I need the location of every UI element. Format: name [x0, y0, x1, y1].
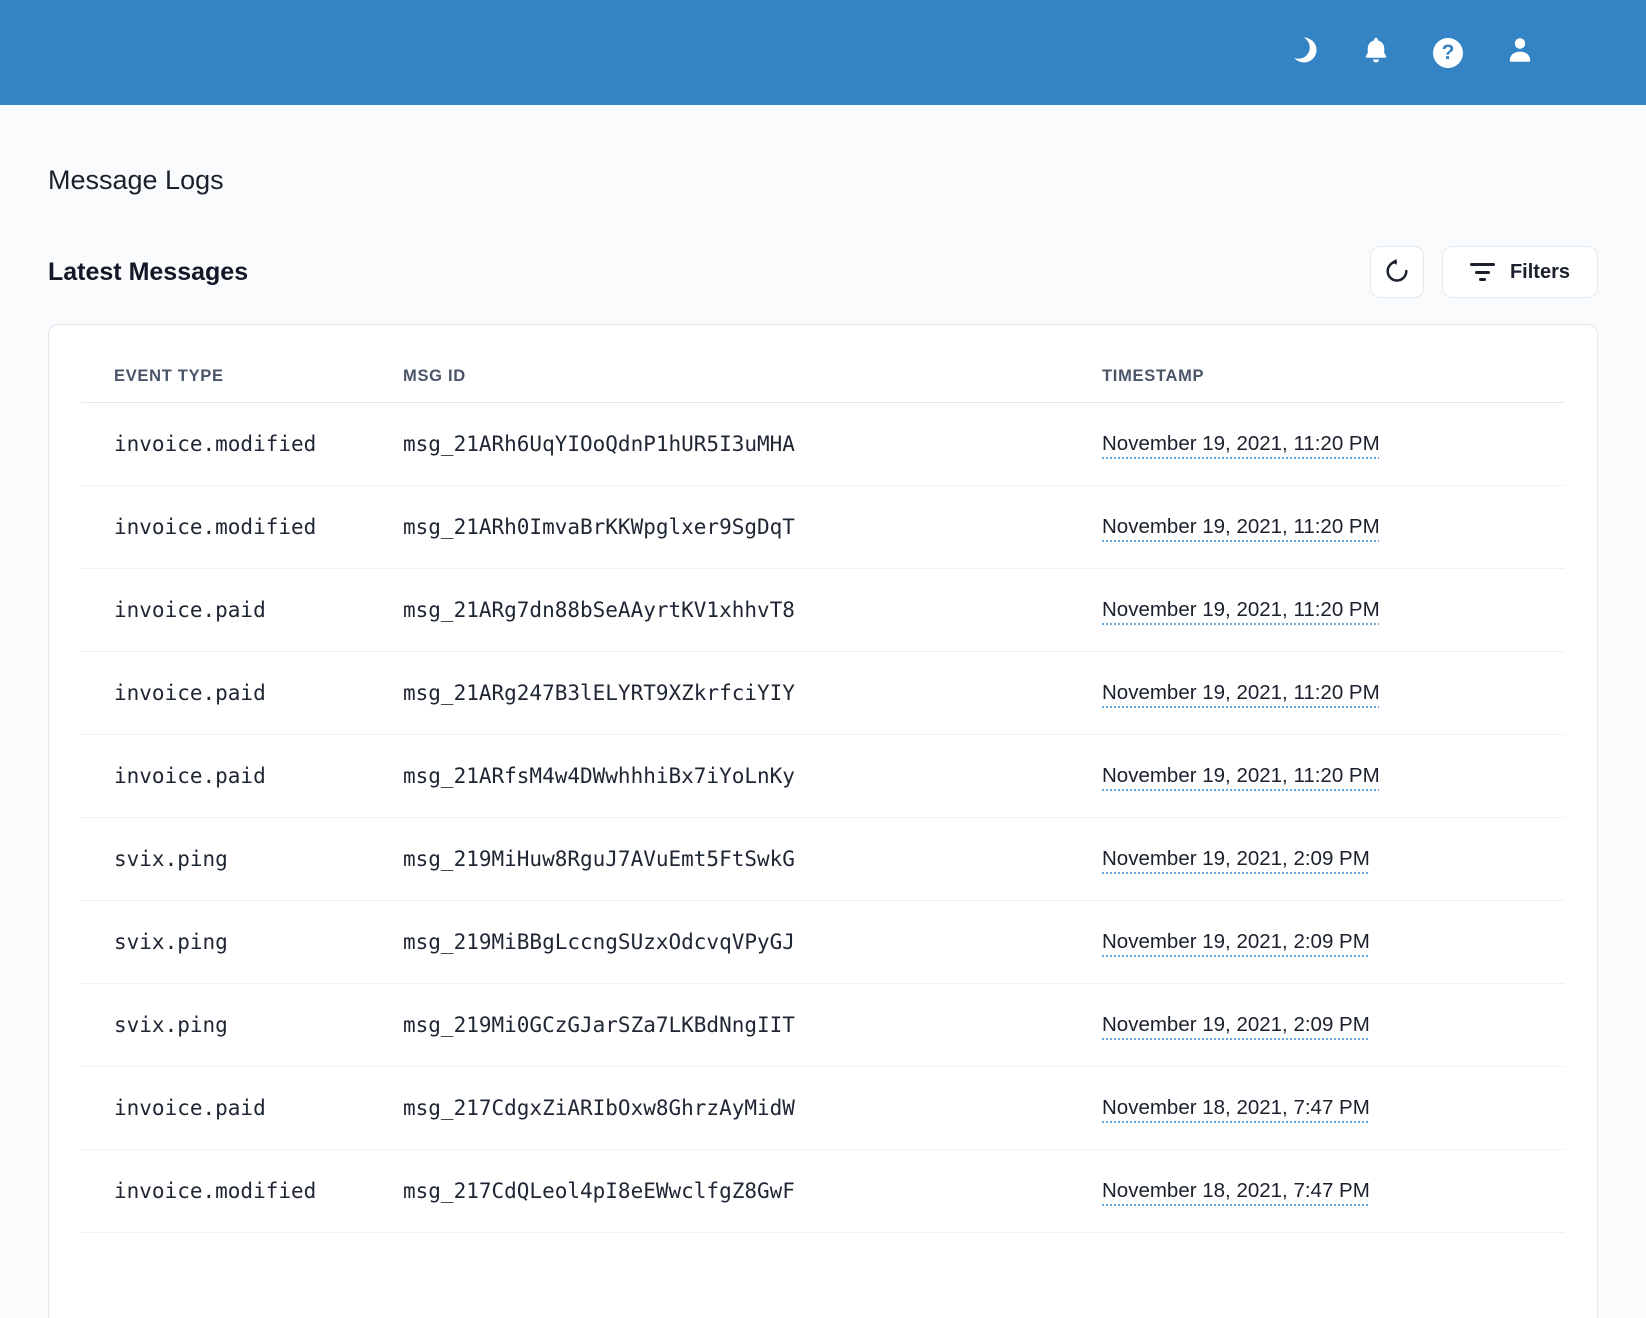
msg-id-cell: msg_21ARh6UqYIOoQdnP1hUR5I3uMHA	[403, 403, 1102, 486]
event-type-cell: invoice.modified	[81, 486, 403, 569]
timestamp-cell: November 18, 2021, 7:47 PM	[1102, 1150, 1565, 1233]
msg-id-cell: msg_217CdgxZiARIbOxw8GhrzAyMidW	[403, 1067, 1102, 1150]
table-row[interactable]: svix.ping msg_219MiBBgLccngSUzxOdcvqVPyG…	[81, 901, 1565, 984]
timestamp-cell: November 19, 2021, 11:20 PM	[1102, 569, 1565, 652]
dark-mode-toggle[interactable]	[1288, 37, 1320, 69]
timestamp-link[interactable]: November 19, 2021, 11:20 PM	[1102, 515, 1380, 538]
msg-id-cell: msg_21ARg247B3lELYRT9XZkrfciYIY	[403, 652, 1102, 735]
msg-id-cell: msg_21ARfsM4w4DWwhhhiBx7iYoLnKy	[403, 735, 1102, 818]
timestamp-link[interactable]: November 18, 2021, 7:47 PM	[1102, 1179, 1370, 1202]
help-button[interactable]: ?	[1432, 37, 1464, 69]
event-type-cell: invoice.paid	[81, 1067, 403, 1150]
main-content: Message Logs Latest Messages Filters	[0, 165, 1646, 1318]
msg-id-cell: msg_21ARh0ImvaBrKKWpglxer9SgDqT	[403, 486, 1102, 569]
msg-id-cell: msg_217CdQLeol4pI8eEWwclfgZ8GwF	[403, 1150, 1102, 1233]
timestamp-cell: November 19, 2021, 11:20 PM	[1102, 652, 1565, 735]
timestamp-cell: November 19, 2021, 11:20 PM	[1102, 735, 1565, 818]
timestamp-cell: November 19, 2021, 11:20 PM	[1102, 403, 1565, 486]
timestamp-link[interactable]: November 19, 2021, 2:09 PM	[1102, 1013, 1370, 1036]
column-header-msg-id: MSG ID	[403, 325, 1102, 403]
timestamp-cell: November 19, 2021, 2:09 PM	[1102, 818, 1565, 901]
bell-icon	[1361, 35, 1391, 70]
table-row[interactable]: invoice.paid msg_21ARg7dn88bSeAAyrtKV1xh…	[81, 569, 1565, 652]
table-header-row: EVENT TYPE MSG ID TIMESTAMP	[81, 325, 1565, 403]
toolbar: Filters	[1370, 246, 1598, 298]
event-type-cell: invoice.paid	[81, 735, 403, 818]
table-row[interactable]: invoice.paid msg_21ARg247B3lELYRT9XZkrfc…	[81, 652, 1565, 735]
timestamp-link[interactable]: November 19, 2021, 2:09 PM	[1102, 847, 1370, 870]
notifications-button[interactable]	[1360, 37, 1392, 69]
msg-id-cell: msg_219Mi0GCzGJarSZa7LKBdNngIIT	[403, 984, 1102, 1067]
msg-id-cell: msg_219MiBBgLccngSUzxOdcvqVPyGJ	[403, 901, 1102, 984]
event-type-cell: svix.ping	[81, 818, 403, 901]
timestamp-cell: November 19, 2021, 2:09 PM	[1102, 901, 1565, 984]
table-row[interactable]: invoice.paid msg_217CdgxZiARIbOxw8GhrzAy…	[81, 1067, 1565, 1150]
timestamp-link[interactable]: November 19, 2021, 11:20 PM	[1102, 598, 1380, 621]
table-row[interactable]: invoice.modified msg_21ARh6UqYIOoQdnP1hU…	[81, 403, 1565, 486]
event-type-cell: invoice.modified	[81, 403, 403, 486]
page-title: Message Logs	[48, 165, 1598, 196]
timestamp-link[interactable]: November 19, 2021, 11:20 PM	[1102, 432, 1380, 455]
column-header-event-type: EVENT TYPE	[81, 325, 403, 403]
timestamp-cell: November 18, 2021, 7:47 PM	[1102, 1067, 1565, 1150]
messages-table: EVENT TYPE MSG ID TIMESTAMP invoice.modi…	[81, 325, 1565, 1233]
refresh-icon	[1384, 258, 1410, 287]
table-row[interactable]: invoice.modified msg_217CdQLeol4pI8eEWwc…	[81, 1150, 1565, 1233]
timestamp-cell: November 19, 2021, 2:09 PM	[1102, 984, 1565, 1067]
timestamp-link[interactable]: November 19, 2021, 11:20 PM	[1102, 764, 1380, 787]
user-icon	[1505, 35, 1535, 70]
event-type-cell: invoice.paid	[81, 652, 403, 735]
event-type-cell: svix.ping	[81, 984, 403, 1067]
table-row[interactable]: svix.ping msg_219MiHuw8RguJ7AVuEmt5FtSwk…	[81, 818, 1565, 901]
account-button[interactable]	[1504, 37, 1536, 69]
column-header-timestamp: TIMESTAMP	[1102, 325, 1565, 403]
section-header: Latest Messages Filters	[48, 246, 1598, 298]
topbar: ?	[0, 0, 1646, 105]
timestamp-link[interactable]: November 19, 2021, 11:20 PM	[1102, 681, 1380, 704]
messages-card: EVENT TYPE MSG ID TIMESTAMP invoice.modi…	[48, 324, 1598, 1318]
event-type-cell: invoice.paid	[81, 569, 403, 652]
filters-button[interactable]: Filters	[1442, 246, 1598, 298]
moon-icon	[1289, 35, 1319, 70]
help-icon: ?	[1433, 38, 1463, 68]
section-title: Latest Messages	[48, 258, 248, 287]
msg-id-cell: msg_219MiHuw8RguJ7AVuEmt5FtSwkG	[403, 818, 1102, 901]
event-type-cell: invoice.modified	[81, 1150, 403, 1233]
timestamp-link[interactable]: November 19, 2021, 2:09 PM	[1102, 930, 1370, 953]
event-type-cell: svix.ping	[81, 901, 403, 984]
table-row[interactable]: invoice.paid msg_21ARfsM4w4DWwhhhiBx7iYo…	[81, 735, 1565, 818]
timestamp-link[interactable]: November 18, 2021, 7:47 PM	[1102, 1096, 1370, 1119]
filters-button-label: Filters	[1510, 261, 1570, 284]
msg-id-cell: msg_21ARg7dn88bSeAAyrtKV1xhhvT8	[403, 569, 1102, 652]
refresh-button[interactable]	[1370, 246, 1424, 298]
timestamp-cell: November 19, 2021, 11:20 PM	[1102, 486, 1565, 569]
table-row[interactable]: invoice.modified msg_21ARh0ImvaBrKKWpglx…	[81, 486, 1565, 569]
filter-icon	[1470, 263, 1495, 281]
table-row[interactable]: svix.ping msg_219Mi0GCzGJarSZa7LKBdNngII…	[81, 984, 1565, 1067]
